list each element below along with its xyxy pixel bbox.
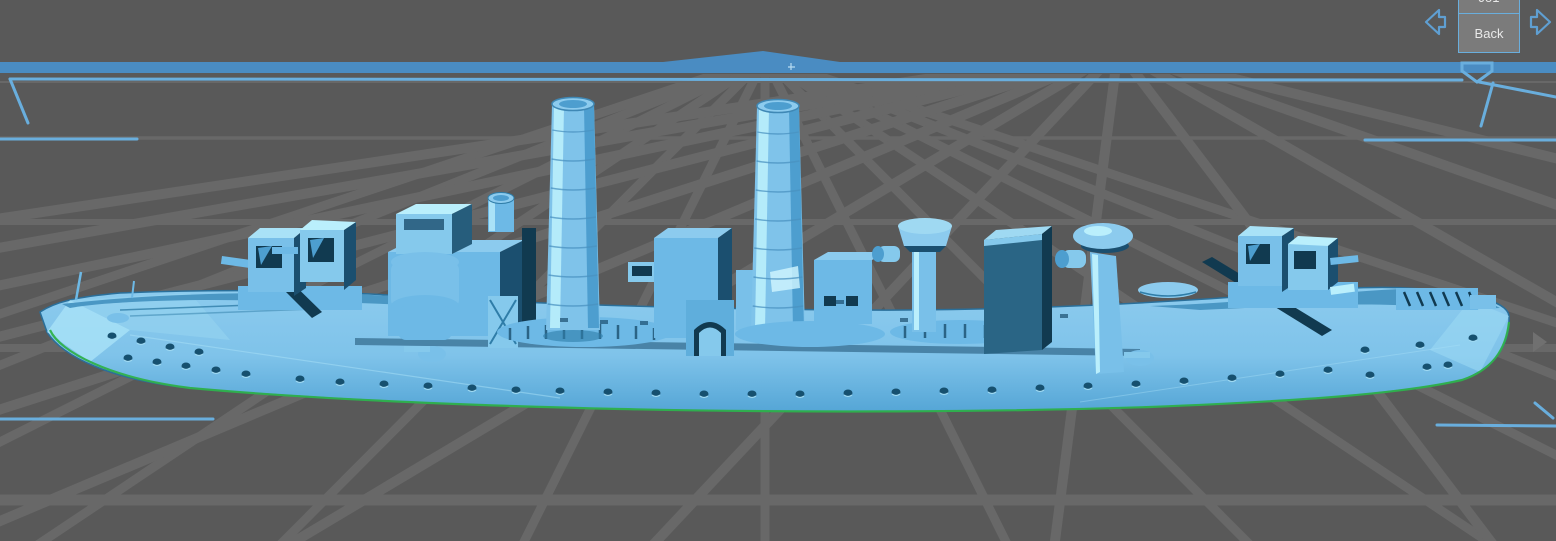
ship-boat <box>1138 282 1198 298</box>
panel-expand-icon[interactable] <box>1532 331 1548 353</box>
viewer-window: Jo1 Back <box>0 0 1556 541</box>
top-clipped-button[interactable]: Jo1 <box>1458 0 1520 14</box>
next-arrow-icon[interactable] <box>1528 8 1554 36</box>
prev-arrow-icon[interactable] <box>1422 8 1448 36</box>
top-clipped-button-label: Jo1 <box>1479 0 1500 5</box>
back-button[interactable]: Back <box>1458 13 1520 53</box>
dark-superstructure-block <box>984 226 1052 354</box>
back-button-label: Back <box>1475 26 1504 41</box>
viewport-3d[interactable] <box>0 0 1556 541</box>
